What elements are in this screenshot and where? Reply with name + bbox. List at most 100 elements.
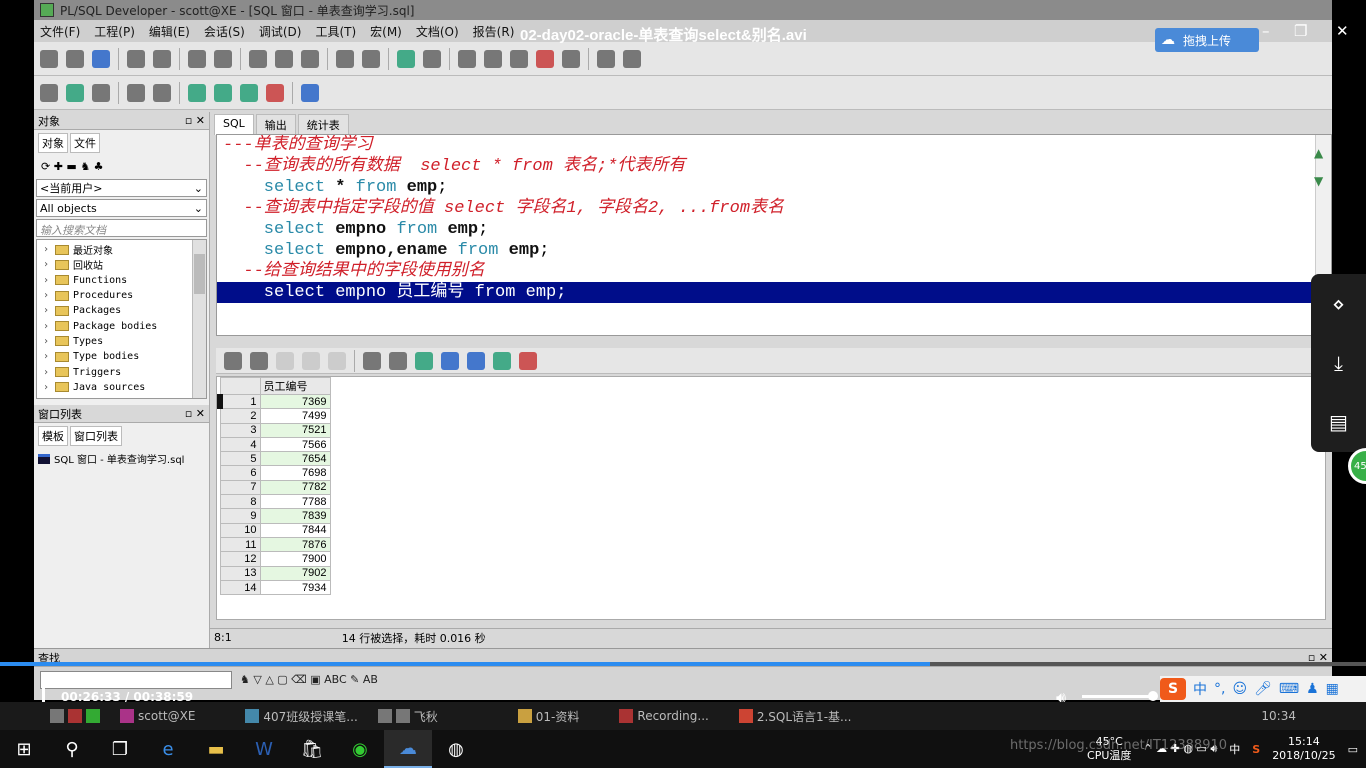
row-number[interactable]: 6 [219, 465, 261, 481]
menu-project[interactable]: 工程(P) [94, 23, 135, 40]
post-icon[interactable] [328, 351, 346, 370]
row-number[interactable]: 2 [219, 408, 261, 424]
menu-debug[interactable]: 调试(D) [259, 23, 302, 40]
commit-icon[interactable] [127, 83, 145, 102]
window-list-item[interactable]: SQL 窗口 - 单表查询学习.sql [34, 449, 209, 468]
query-by-example-icon[interactable] [415, 351, 433, 370]
ime-indicator[interactable]: 中 [1229, 741, 1240, 757]
keyboard-icon[interactable]: ⌨ [1279, 681, 1299, 697]
table-row[interactable]: 5 7654 [219, 451, 331, 467]
sogou-tray-icon[interactable]: S [1252, 743, 1260, 756]
row-number[interactable]: 11 [219, 536, 261, 553]
tree-item[interactable]: › Type bodies [37, 349, 206, 364]
minimize-icon[interactable]: – [1262, 22, 1270, 40]
cell-value[interactable]: 7788 [259, 494, 331, 510]
restore-icon[interactable]: ❐ [1294, 22, 1307, 40]
table-row[interactable]: 14 7934 [219, 579, 331, 596]
row-number[interactable]: 12 [219, 551, 261, 567]
file-explorer-icon[interactable]: ▬ [192, 730, 240, 768]
row-number[interactable]: 13 [219, 565, 261, 581]
tree-item[interactable]: › Java sources [37, 380, 206, 395]
scrollbar-thumb[interactable] [194, 254, 205, 294]
table-row[interactable]: 10 7844 [219, 522, 331, 538]
drag-upload-button[interactable]: ☁ 拖拽上传 [1155, 28, 1259, 52]
save-icon[interactable] [92, 49, 110, 68]
expand-icon[interactable]: › [43, 336, 51, 347]
user-combo[interactable]: <当前用户> ⌄ [36, 179, 207, 197]
menu-tools[interactable]: 工具(T) [315, 23, 356, 40]
share-icon[interactable]: ⋄ [1332, 292, 1345, 316]
tab-objects[interactable]: 对象 [38, 133, 68, 153]
add-row-icon[interactable] [276, 351, 294, 370]
tree-item[interactable]: › 最近对象 [37, 242, 206, 257]
expand-icon[interactable]: › [43, 259, 51, 270]
tab-templates[interactable]: 模板 [38, 426, 68, 446]
table-row[interactable]: 2 7499 [219, 408, 331, 424]
baidu-netdisk-icon[interactable]: ☁ [384, 730, 432, 768]
cell-value[interactable]: 7900 [259, 551, 331, 567]
step-icon[interactable] [423, 49, 441, 68]
browser-360-icon[interactable]: ◉ [336, 730, 384, 768]
menu-session[interactable]: 会话(S) [204, 23, 245, 40]
microphone-icon[interactable]: 🎤︎ [1254, 681, 1272, 697]
tab-files[interactable]: 文件 [70, 133, 100, 153]
volume-slider[interactable] [1082, 695, 1152, 698]
help-icon[interactable] [301, 83, 319, 102]
tab-window-list[interactable]: 窗口列表 [70, 426, 122, 446]
ime-mode[interactable]: 中 [1193, 679, 1207, 699]
gear-icon[interactable] [66, 83, 84, 102]
print-icon[interactable] [127, 49, 145, 68]
row-number[interactable]: 8 [219, 494, 261, 510]
cell-value[interactable]: 7521 [259, 422, 331, 438]
expand-icon[interactable]: › [43, 275, 51, 286]
comment-icon[interactable] [510, 49, 528, 68]
paste-icon[interactable] [301, 49, 319, 68]
row-number[interactable]: 3 [219, 422, 261, 438]
skin-icon[interactable]: ♟ [1306, 681, 1319, 697]
row-number[interactable]: 7 [219, 479, 261, 496]
tree-scrollbar[interactable] [192, 240, 206, 398]
menu-documents[interactable]: 文档(O) [416, 23, 459, 40]
cell-value[interactable]: 7654 [259, 451, 331, 467]
emoji-icon[interactable]: ☺ [1232, 681, 1247, 697]
database-icon[interactable] [493, 351, 511, 370]
cell-value[interactable]: 7566 [259, 436, 331, 453]
object-search-input[interactable]: 输入搜索文档 [36, 219, 207, 237]
panel-controls-icon[interactable]: ▫ ✕ [185, 407, 205, 420]
tree-item[interactable]: › Packages [37, 303, 206, 318]
expand-icon[interactable]: › [43, 244, 51, 255]
execute-icon[interactable] [397, 49, 415, 68]
row-number[interactable]: 10 [219, 522, 261, 538]
tab-statistics[interactable]: 统计表 [297, 114, 349, 135]
copy-icon[interactable] [275, 49, 293, 68]
grid-select-icon[interactable] [224, 351, 242, 370]
unindent-icon[interactable] [484, 49, 502, 68]
open-icon[interactable] [66, 49, 84, 68]
database-connect-icon[interactable] [188, 83, 206, 102]
find-icon[interactable] [363, 351, 381, 370]
chart-icon[interactable] [519, 351, 537, 370]
cell-value[interactable]: 7934 [259, 579, 331, 596]
notification-icon[interactable]: ▭ [1348, 743, 1358, 756]
performance-badge[interactable]: 45 [1348, 448, 1366, 484]
delete-icon[interactable]: ▤ [1329, 410, 1348, 434]
row-number[interactable]: 9 [219, 508, 261, 524]
cell-value[interactable]: 7782 [259, 479, 331, 496]
word-icon[interactable]: W [240, 730, 288, 768]
table-row[interactable]: 13 7902 [219, 565, 331, 581]
toolbox-icon[interactable]: ▦ [1326, 681, 1339, 697]
download-icon[interactable]: ⤓ [1334, 351, 1343, 375]
taskbar-clock[interactable]: 15:14 2018/10/25 [1272, 735, 1335, 763]
expand-icon[interactable]: › [43, 321, 51, 332]
cell-value[interactable]: 7698 [259, 465, 331, 481]
clear-icon[interactable] [389, 351, 407, 370]
table-row[interactable]: 7 7782 [219, 479, 331, 496]
undo-icon[interactable] [188, 49, 206, 68]
redo-icon[interactable] [214, 49, 232, 68]
expand-icon[interactable]: › [43, 351, 51, 362]
find-input[interactable] [40, 671, 232, 689]
break-icon[interactable] [92, 83, 110, 102]
task-view-icon[interactable]: ❐ [96, 730, 144, 768]
cell-value[interactable]: 7839 [259, 508, 331, 524]
arrow-down-icon[interactable]: ▼ [1314, 174, 1323, 188]
